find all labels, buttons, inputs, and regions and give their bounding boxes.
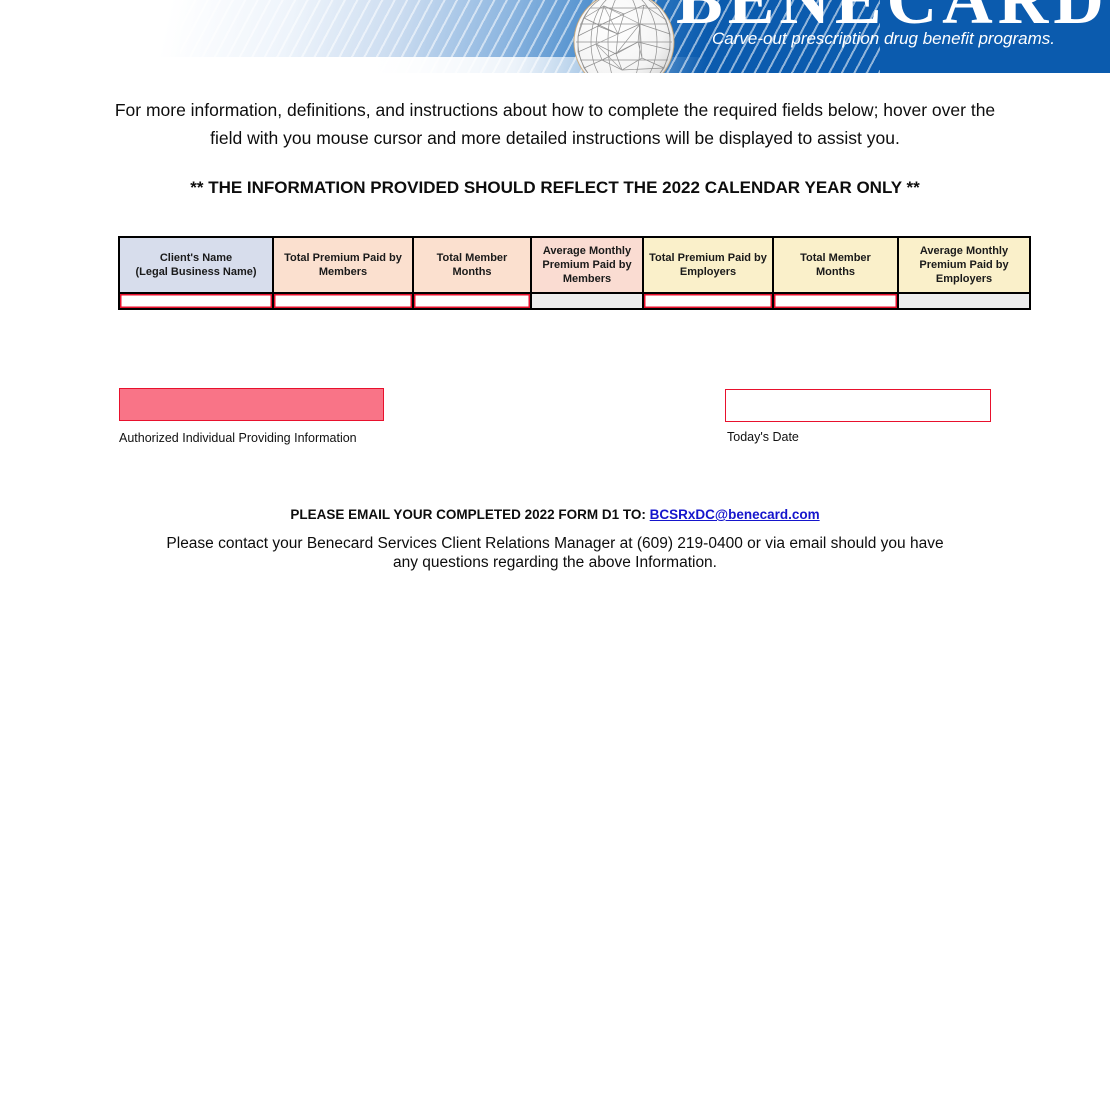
header-line-1: Total Premium Paid by — [649, 251, 767, 264]
header-line-2: Premium Paid by — [542, 258, 632, 271]
email-submission-line: PLEASE EMAIL YOUR COMPLETED 2022 FORM D1… — [105, 507, 1005, 522]
authorized-individual-label: Authorized Individual Providing Informat… — [119, 431, 357, 445]
column-header-avg-monthly-premium-members: Average Monthly Premium Paid by Members — [530, 236, 644, 294]
header-line-2: Employers — [679, 266, 737, 278]
contact-line-2: any questions regarding the above Inform… — [393, 554, 717, 572]
header-line-1: Total Member — [800, 251, 871, 264]
header-line-2: Members — [318, 266, 368, 278]
header-line-3: Employers — [935, 273, 993, 286]
column-header-client-name: Client's Name (Legal Business Name) — [118, 236, 274, 294]
contact-line-1: Please contact your Benecard Services Cl… — [166, 535, 944, 552]
header-line-2: (Legal Business Name) — [135, 266, 257, 278]
header-line-2: Months — [815, 266, 856, 278]
premium-data-table: Client's Name (Legal Business Name) Tota… — [118, 236, 1031, 310]
instructions-paragraph: For more information, definitions, and i… — [114, 100, 996, 148]
column-header-avg-monthly-premium-employers: Average Monthly Premium Paid by Employer… — [897, 236, 1031, 294]
globe-wireframe-icon — [573, 0, 675, 73]
input-total-member-months-members[interactable] — [412, 292, 532, 310]
column-header-total-member-months-employers: Total Member Months — [772, 236, 899, 294]
column-header-total-premium-employers: Total Premium Paid by Employers — [642, 236, 774, 294]
table-header-row: Client's Name (Legal Business Name) Tota… — [118, 236, 1031, 294]
header-line-1: Average Monthly — [919, 244, 1009, 257]
input-total-member-months-employers[interactable] — [772, 292, 899, 310]
input-client-name[interactable] — [118, 292, 274, 310]
header-line-2: Months — [452, 266, 492, 278]
todays-date-label: Today's Date — [727, 430, 799, 444]
page-header-banner: BENECARD Carve-out prescription drug ben… — [0, 0, 1110, 73]
column-header-total-member-months-members: Total Member Months — [412, 236, 532, 294]
banner-bottom-fade — [0, 57, 830, 73]
header-line-1: Total Member — [436, 251, 508, 264]
calculated-avg-monthly-premium-employers — [897, 292, 1031, 310]
authorized-individual-field[interactable] — [119, 388, 384, 421]
header-line-1: Client's Name — [159, 251, 233, 264]
header-line-3: Members — [562, 273, 612, 286]
header-line-2: Premium Paid by — [919, 258, 1009, 271]
input-total-premium-employers[interactable] — [642, 292, 774, 310]
header-line-1: Average Monthly — [542, 244, 632, 257]
brand-tagline: Carve-out prescription drug benefit prog… — [712, 29, 1055, 48]
premium-data-table-wrapper: Client's Name (Legal Business Name) Tota… — [118, 236, 1031, 310]
calculated-avg-monthly-premium-members — [530, 292, 644, 310]
benecard-email-link[interactable]: BCSRxDC@benecard.com — [650, 507, 820, 522]
header-line-1: Total Premium Paid by — [284, 251, 402, 264]
contact-paragraph: Please contact your Benecard Services Cl… — [105, 534, 1005, 573]
calendar-year-notice: ** THE INFORMATION PROVIDED SHOULD REFLE… — [190, 178, 920, 197]
table-row — [118, 292, 1031, 310]
todays-date-field[interactable] — [725, 389, 991, 422]
column-header-total-premium-members: Total Premium Paid by Members — [272, 236, 414, 294]
email-instruction-text: PLEASE EMAIL YOUR COMPLETED 2022 FORM D1… — [290, 507, 646, 522]
input-total-premium-members[interactable] — [272, 292, 414, 310]
